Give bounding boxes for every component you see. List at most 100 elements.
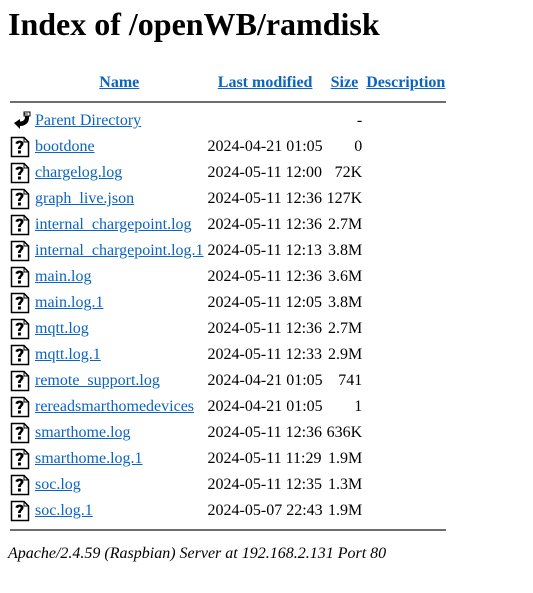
unknown-file-icon <box>10 318 32 340</box>
unknown-file-icon <box>10 214 32 236</box>
unknown-file-icon <box>10 266 32 288</box>
file-description <box>365 317 446 341</box>
file-size: 127K <box>326 190 363 207</box>
file-description <box>365 213 446 237</box>
file-last-modified: 2024-05-11 12:00 <box>207 164 323 181</box>
file-link[interactable]: main.log <box>35 268 91 285</box>
file-link[interactable]: main.log.1 <box>35 294 103 311</box>
header-name: Name <box>34 73 205 95</box>
parent-directory-row: Parent Directory - <box>10 109 446 133</box>
file-last-modified: 2024-04-21 01:05 <box>207 138 323 155</box>
file-row: soc.log 2024-05-11 12:35 1.3M <box>10 473 446 497</box>
back-arrow-icon <box>10 110 32 132</box>
unknown-file-icon <box>10 162 32 184</box>
file-link[interactable]: internal_chargepoint.log.1 <box>35 242 204 259</box>
file-row: internal_chargepoint.log 2024-05-11 12:3… <box>10 213 446 237</box>
header-description: Description <box>365 73 446 95</box>
file-size: 1.3M <box>327 476 363 493</box>
unknown-file-icon <box>10 422 32 444</box>
top-divider-row <box>10 97 447 107</box>
file-link[interactable]: bootdone <box>35 138 95 155</box>
file-row: graph_live.json 2024-05-11 12:36 127K <box>10 187 446 211</box>
file-size: 3.8M <box>327 242 363 259</box>
file-row: smarthome.log 2024-05-11 12:36 636K <box>10 421 446 445</box>
file-description <box>365 343 446 367</box>
file-description <box>365 369 446 393</box>
file-row: smarthome.log.1 2024-05-11 11:29 1.9M <box>10 447 446 471</box>
unknown-file-icon <box>10 370 32 392</box>
unknown-file-icon <box>10 136 32 158</box>
parent-size: - <box>356 112 363 129</box>
bottom-divider <box>10 529 447 531</box>
unknown-file-icon <box>10 396 32 418</box>
sort-by-size-link[interactable]: Size <box>331 74 359 91</box>
file-size: 636K <box>326 424 363 441</box>
unknown-file-icon <box>10 500 32 522</box>
parent-directory-link[interactable]: Parent Directory <box>35 112 141 129</box>
file-description <box>365 161 446 185</box>
file-description <box>365 265 446 289</box>
header-last-modified: Last modified <box>207 73 324 95</box>
file-link[interactable]: smarthome.log <box>35 424 131 441</box>
file-last-modified: 2024-05-11 11:29 <box>207 450 322 467</box>
unknown-file-icon <box>10 240 32 262</box>
file-last-modified: 2024-05-11 12:36 <box>207 320 323 337</box>
header-size: Size <box>326 73 364 95</box>
file-link[interactable]: mqtt.log <box>35 320 89 337</box>
file-link[interactable]: rereadsmarthomedevices <box>35 398 194 415</box>
file-size: 3.8M <box>327 294 363 311</box>
file-link[interactable]: remote_support.log <box>35 372 160 389</box>
file-description <box>365 499 446 523</box>
file-last-modified: 2024-05-11 12:33 <box>207 346 323 363</box>
file-link[interactable]: mqtt.log.1 <box>35 346 101 363</box>
file-description <box>365 291 446 315</box>
file-last-modified: 2024-05-11 12:36 <box>207 190 323 207</box>
page: Index of /openWB/ramdisk Name Last modif… <box>0 0 533 563</box>
file-description <box>365 395 446 419</box>
file-link[interactable]: smarthome.log.1 <box>35 450 143 467</box>
file-description <box>365 447 446 471</box>
file-link[interactable]: internal_chargepoint.log <box>35 216 192 233</box>
file-last-modified: 2024-05-11 12:36 <box>207 216 323 233</box>
sort-by-description-link[interactable]: Description <box>366 74 445 91</box>
file-row: mqtt.log 2024-05-11 12:36 2.7M <box>10 317 446 341</box>
sort-by-name-link[interactable]: Name <box>99 74 139 91</box>
server-signature: Apache/2.4.59 (Raspbian) Server at 192.1… <box>8 545 387 562</box>
header-row: Name Last modified Size Description <box>10 73 446 95</box>
sort-by-last-modified-link[interactable]: Last modified <box>218 74 313 91</box>
file-description <box>365 187 446 211</box>
file-link[interactable]: soc.log.1 <box>35 502 93 519</box>
page-title: Index of /openWB/ramdisk <box>8 6 380 42</box>
file-size: 2.7M <box>327 216 363 233</box>
unknown-file-icon <box>10 292 32 314</box>
file-size: 1.9M <box>327 502 363 519</box>
file-last-modified: 2024-05-11 12:36 <box>207 268 323 285</box>
file-size: 0 <box>354 138 363 155</box>
top-divider <box>10 101 447 103</box>
file-row: mqtt.log.1 2024-05-11 12:33 2.9M <box>10 343 446 367</box>
file-size: 1.9M <box>327 450 363 467</box>
file-last-modified: 2024-04-21 01:05 <box>207 372 323 389</box>
file-last-modified: 2024-05-11 12:05 <box>207 294 323 311</box>
unknown-file-icon <box>10 474 32 496</box>
file-row: main.log.1 2024-05-11 12:05 3.8M <box>10 291 446 315</box>
file-last-modified: 2024-05-11 12:35 <box>207 476 323 493</box>
header-icon-cell <box>10 73 32 95</box>
file-link[interactable]: soc.log <box>35 476 81 493</box>
file-link[interactable]: chargelog.log <box>35 164 122 181</box>
file-last-modified: 2024-04-21 01:05 <box>207 398 323 415</box>
file-description <box>365 421 446 445</box>
file-size: 741 <box>338 372 363 389</box>
file-last-modified: 2024-05-11 12:36 <box>207 424 323 441</box>
file-last-modified: 2024-05-07 22:43 <box>207 502 323 519</box>
file-size: 1 <box>354 398 363 415</box>
file-row: bootdone 2024-04-21 01:05 0 <box>10 135 446 159</box>
file-link[interactable]: graph_live.json <box>35 190 134 207</box>
file-last-modified: 2024-05-11 12:13 <box>207 242 323 259</box>
unknown-file-icon <box>10 448 32 470</box>
file-row: rereadsmarthomedevices 2024-04-21 01:05 … <box>10 395 446 419</box>
file-row: remote_support.log 2024-04-21 01:05 741 <box>10 369 446 393</box>
file-size: 2.9M <box>327 346 363 363</box>
file-description <box>365 239 446 263</box>
file-row: internal_chargepoint.log.1 2024-05-11 12… <box>10 239 446 263</box>
